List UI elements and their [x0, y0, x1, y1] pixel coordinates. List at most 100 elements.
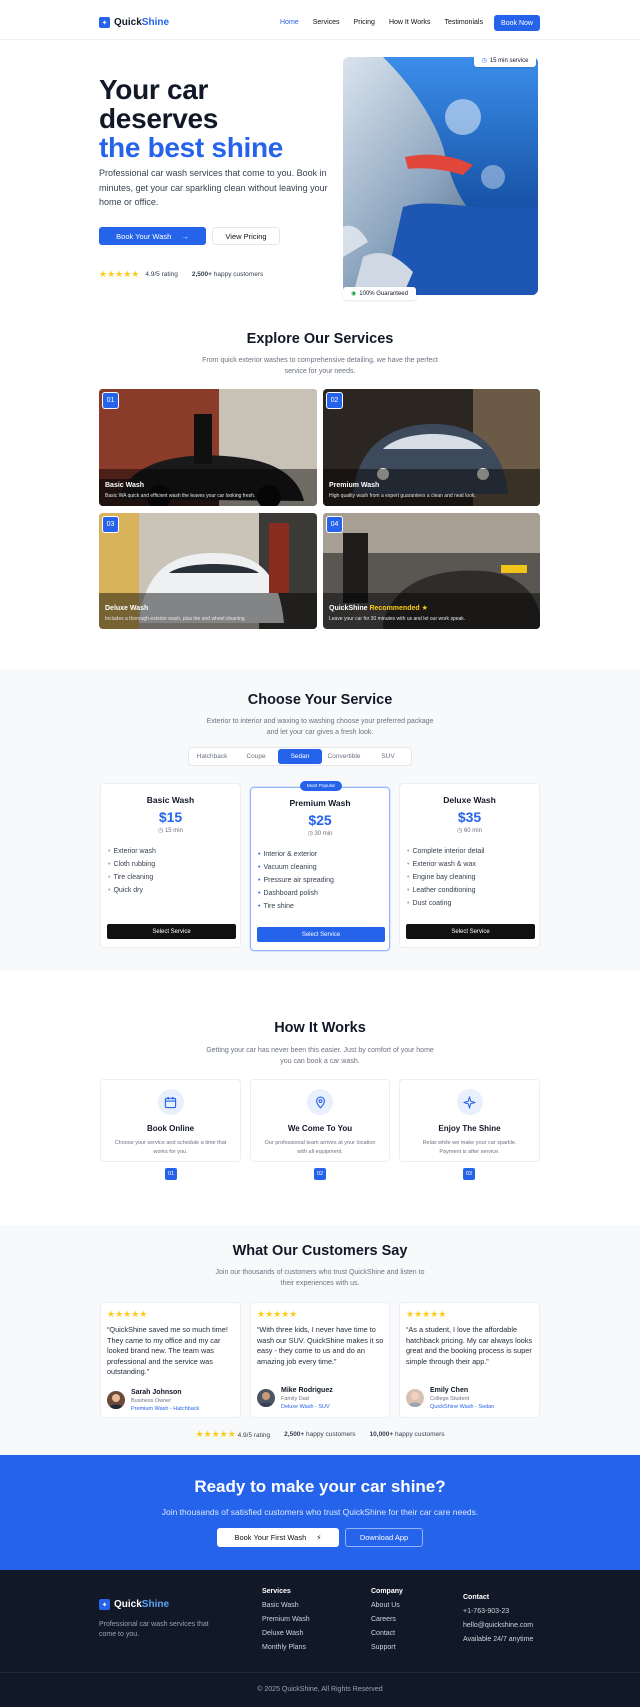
clock-icon: ◷ [457, 828, 464, 834]
tab-sedan[interactable]: Sedan [278, 749, 322, 764]
most-popular-badge: Most Popular [300, 781, 342, 791]
testimonial-card: ★★★★★ “With three kids, I never have tim… [250, 1302, 390, 1418]
select-service-button[interactable]: Select Service [257, 927, 385, 942]
brand-pre: Quick [114, 17, 142, 28]
copyright: © 2025 QuickShine, All Rights Reserved [257, 1686, 383, 1693]
tab-convertible[interactable]: Convertible [322, 749, 366, 764]
service-desc: High quality wash from a expert guarante… [329, 493, 476, 499]
footer-link[interactable]: About Us [371, 1599, 403, 1613]
page: ✦ QuickShine Home Services Pricing How I… [0, 0, 640, 1707]
plan-card-deluxe: Deluxe Wash $35 ◷ 60 min Complete interi… [399, 783, 540, 948]
hero-title: Your car deserves the best shine [99, 74, 284, 163]
guarantee-badge: ◉ 100% Guaranteed [343, 287, 416, 300]
plan-card-basic: Basic Wash $15 ◷ 15 min Exterior wash Cl… [100, 783, 241, 948]
hero-image [343, 57, 538, 295]
step-card-book-online: Book Online Choose your service and sche… [100, 1079, 241, 1162]
lightning-icon: ⚡ [316, 1533, 322, 1542]
sparkle-icon [456, 1089, 483, 1115]
stars-icon: ★★★★★ [107, 1309, 148, 1319]
stars-icon: ★★★★★ [99, 269, 140, 279]
plan-name: Basic Wash [146, 795, 195, 805]
stars-icon: ★★★★★ [195, 1429, 236, 1439]
service-tile-deluxe[interactable]: 03 Deluxe Wash Includes a thorough exter… [99, 513, 317, 629]
footer-link[interactable]: Premium Wash [262, 1613, 310, 1627]
plan-duration: ◷ 30 min [307, 831, 333, 837]
footer-services: Services Basic Wash Premium Wash Deluxe … [262, 1588, 310, 1655]
plan-price: $35 [457, 809, 482, 825]
book-first-wash-button[interactable]: Book Your First Wash ⚡ [217, 1528, 339, 1547]
testimonial-stats: ★★★★★ 4.9/5 rating 2,500+ happy customer… [195, 1429, 445, 1439]
download-app-button[interactable]: Download App [345, 1528, 423, 1547]
logo-mark-icon: ✦ [99, 1599, 110, 1610]
select-service-button[interactable]: Select Service [107, 924, 236, 939]
location-pin-icon [307, 1089, 333, 1115]
nav-testimonials[interactable]: Testimonials [444, 19, 483, 26]
top-nav: ✦ QuickShine Home Services Pricing How I… [0, 0, 640, 40]
service-number: 04 [326, 516, 343, 533]
testimonial-card: ★★★★★ “As a student, I love the affordab… [399, 1302, 540, 1418]
testimonial-plan: QuickShine Wash - Sedan [430, 1404, 495, 1410]
footer: ✦ QuickShine Professional car wash servi… [0, 1570, 640, 1707]
service-time-badge: ◷ 15 min service [474, 54, 536, 67]
plan-duration: ◷ 15 min [158, 828, 183, 834]
view-pricing-button[interactable]: View Pricing [212, 227, 280, 245]
shield-icon: ◉ [351, 291, 357, 297]
footer-contact: Contact +1-763-903-23 hello@quickshine.c… [463, 1594, 533, 1647]
service-name: QuickShine Recommended ★ [329, 605, 428, 612]
tab-coupe[interactable]: Coupe [234, 749, 278, 764]
footer-tagline: Professional car wash services that come… [99, 1621, 209, 1638]
services-subtitle: From quick exterior washes to comprehens… [202, 357, 438, 375]
step-desc: Our professional team arrives at your lo… [264, 1140, 376, 1155]
footer-link[interactable]: Contact [371, 1627, 403, 1641]
service-tile-basic[interactable]: 01 Basic Wash Basic WA quick and efficie… [99, 389, 317, 506]
footer-logo[interactable]: ✦ QuickShine [99, 1599, 169, 1610]
stars-icon: ★★★★★ [406, 1309, 447, 1319]
pricing-title: Choose Your Service [247, 692, 393, 708]
footer-link[interactable]: Monthly Plans [262, 1641, 310, 1655]
logo-mark-icon: ✦ [99, 17, 110, 28]
testimonial-role: Business Owner [131, 1398, 172, 1404]
book-your-wash-button[interactable]: Book Your Wash → [99, 227, 206, 245]
footer-link[interactable]: Careers [371, 1613, 403, 1627]
footer-link[interactable]: Support [371, 1641, 403, 1655]
logo[interactable]: ✦ QuickShine [99, 17, 169, 28]
nav-home[interactable]: Home [280, 19, 299, 26]
tab-hatchback[interactable]: Hatchback [190, 749, 234, 764]
step-name: We Come To You [287, 1124, 353, 1133]
brand-post: Shine [141, 17, 170, 28]
step-card-enjoy: Enjoy The Shine Relax while we make your… [399, 1079, 540, 1162]
service-desc: Leave your car for 30 minutes with us an… [329, 616, 466, 622]
nav-pricing[interactable]: Pricing [354, 19, 375, 26]
select-service-button[interactable]: Select Service [406, 924, 535, 939]
testimonials-title: What Our Customers Say [232, 1243, 408, 1259]
nav-services[interactable]: Services [313, 19, 340, 26]
footer-email[interactable]: hello@quickshine.com [463, 1619, 533, 1633]
cta-banner: Ready to make your car shine? Join thous… [0, 1455, 640, 1570]
cta-title: Ready to make your car shine? [194, 1477, 446, 1496]
service-tile-recommended[interactable]: 04 QuickShine Recommended ★ Leave your c… [323, 513, 540, 629]
hero-rating: ★★★★★ 4.9/5 rating 2,500+ happy customer… [99, 269, 264, 279]
nav-how-it-works[interactable]: How It Works [389, 19, 431, 26]
plan-features: Interior & exterior Vacuum cleaning Pres… [258, 848, 389, 913]
step-desc: Relax while we make your car sparkle. Pa… [422, 1140, 517, 1155]
avatar [257, 1389, 275, 1407]
testimonial-quote: “QuickShine saved me so much time! They … [107, 1325, 228, 1376]
service-name: Basic Wash [105, 482, 145, 489]
footer-phone[interactable]: +1-763-903-23 [463, 1605, 533, 1619]
service-number: 03 [102, 516, 119, 533]
tab-suv[interactable]: SUV [366, 749, 410, 764]
service-number: 01 [102, 392, 119, 409]
service-desc: Includes a thorough exterior wash, plus … [105, 616, 246, 622]
avatar [107, 1391, 125, 1409]
plan-price: $15 [158, 809, 183, 825]
plan-price: $25 [308, 812, 332, 828]
footer-hours: Available 24/7 anytime [463, 1636, 534, 1643]
footer-company: Company About Us Careers Contact Support [371, 1588, 403, 1655]
book-now-button[interactable]: Book Now [494, 15, 540, 31]
footer-link[interactable]: Basic Wash [262, 1599, 310, 1613]
how-subtitle: Getting your car has never been this eas… [206, 1047, 434, 1065]
footer-link[interactable]: Deluxe Wash [262, 1627, 310, 1641]
testimonial-quote: “As a student, I love the affordable hat… [406, 1325, 533, 1366]
service-tile-premium[interactable]: 02 Premium Wash High quality wash from a… [323, 389, 540, 506]
pricing-subtitle: Exterior to interior and waxing to washi… [206, 718, 434, 736]
